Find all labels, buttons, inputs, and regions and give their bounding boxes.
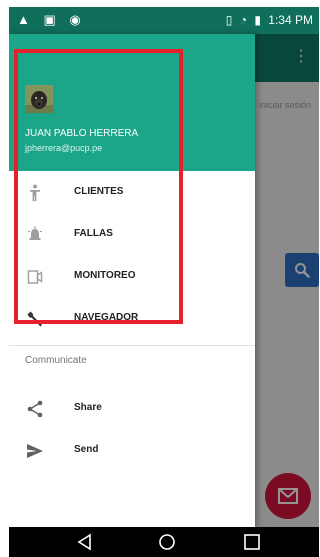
avatar[interactable] — [25, 85, 53, 113]
clock: 1:34 PM — [268, 13, 313, 27]
dog-photo — [25, 85, 53, 113]
section-label-communicate: Communicate — [25, 355, 87, 366]
menu-item-monitoreo[interactable]: MONITOREO — [9, 257, 255, 297]
menu-item-send[interactable]: Send — [9, 431, 255, 471]
menu-item-label: Share — [74, 402, 102, 413]
navigation-drawer: JUAN PABLO HERRERA jpherrera@pucp.pe CLI… — [9, 34, 255, 527]
vibrate-icon: ▯ — [225, 13, 233, 27]
menu-item-label: NAVEGADOR — [74, 312, 139, 323]
home-icon[interactable] — [157, 532, 177, 552]
menu-item-share[interactable]: Share — [9, 389, 255, 429]
status-bar: ▲ ▣ ◉ ▯ ◔ ▮ 1:34 PM — [9, 7, 319, 34]
menu-item-label: Send — [74, 444, 99, 455]
navigation-bar — [9, 527, 319, 557]
wifi-icon: ◔ — [239, 13, 247, 27]
alarm-icon — [28, 226, 42, 240]
menu-item-label: CLIENTES — [74, 186, 124, 197]
wrench-icon — [27, 311, 42, 327]
drawer-header: JUAN PABLO HERRERA jpherrera@pucp.pe — [9, 34, 255, 171]
drawer-divider — [9, 345, 255, 346]
back-icon[interactable] — [75, 532, 95, 552]
recents-icon[interactable] — [242, 532, 262, 552]
menu-item-navegador[interactable]: NAVEGADOR — [9, 299, 255, 339]
notification-icons: ▲ ▣ ◉ — [17, 12, 86, 27]
device-screen: ▲ ▣ ◉ ▯ ◔ ▮ 1:34 PM ⋮ iniciar sesión JUA… — [9, 7, 319, 557]
user-email: jpherrera@pucp.pe — [25, 143, 103, 153]
battery-icon: ▮ — [254, 13, 261, 27]
status-icons: ▯ ◔ ▮ 1:34 PM — [222, 13, 313, 27]
menu-item-clientes[interactable]: CLIENTES — [9, 173, 255, 213]
share-icon — [27, 400, 43, 418]
person-icon — [30, 184, 40, 202]
menu-item-label: FALLAS — [74, 228, 113, 239]
video-camera-icon — [27, 270, 43, 284]
menu-item-label: MONITOREO — [74, 270, 136, 281]
send-icon — [27, 444, 43, 458]
menu-item-fallas[interactable]: FALLAS — [9, 215, 255, 255]
user-name: JUAN PABLO HERRERA — [25, 128, 139, 139]
